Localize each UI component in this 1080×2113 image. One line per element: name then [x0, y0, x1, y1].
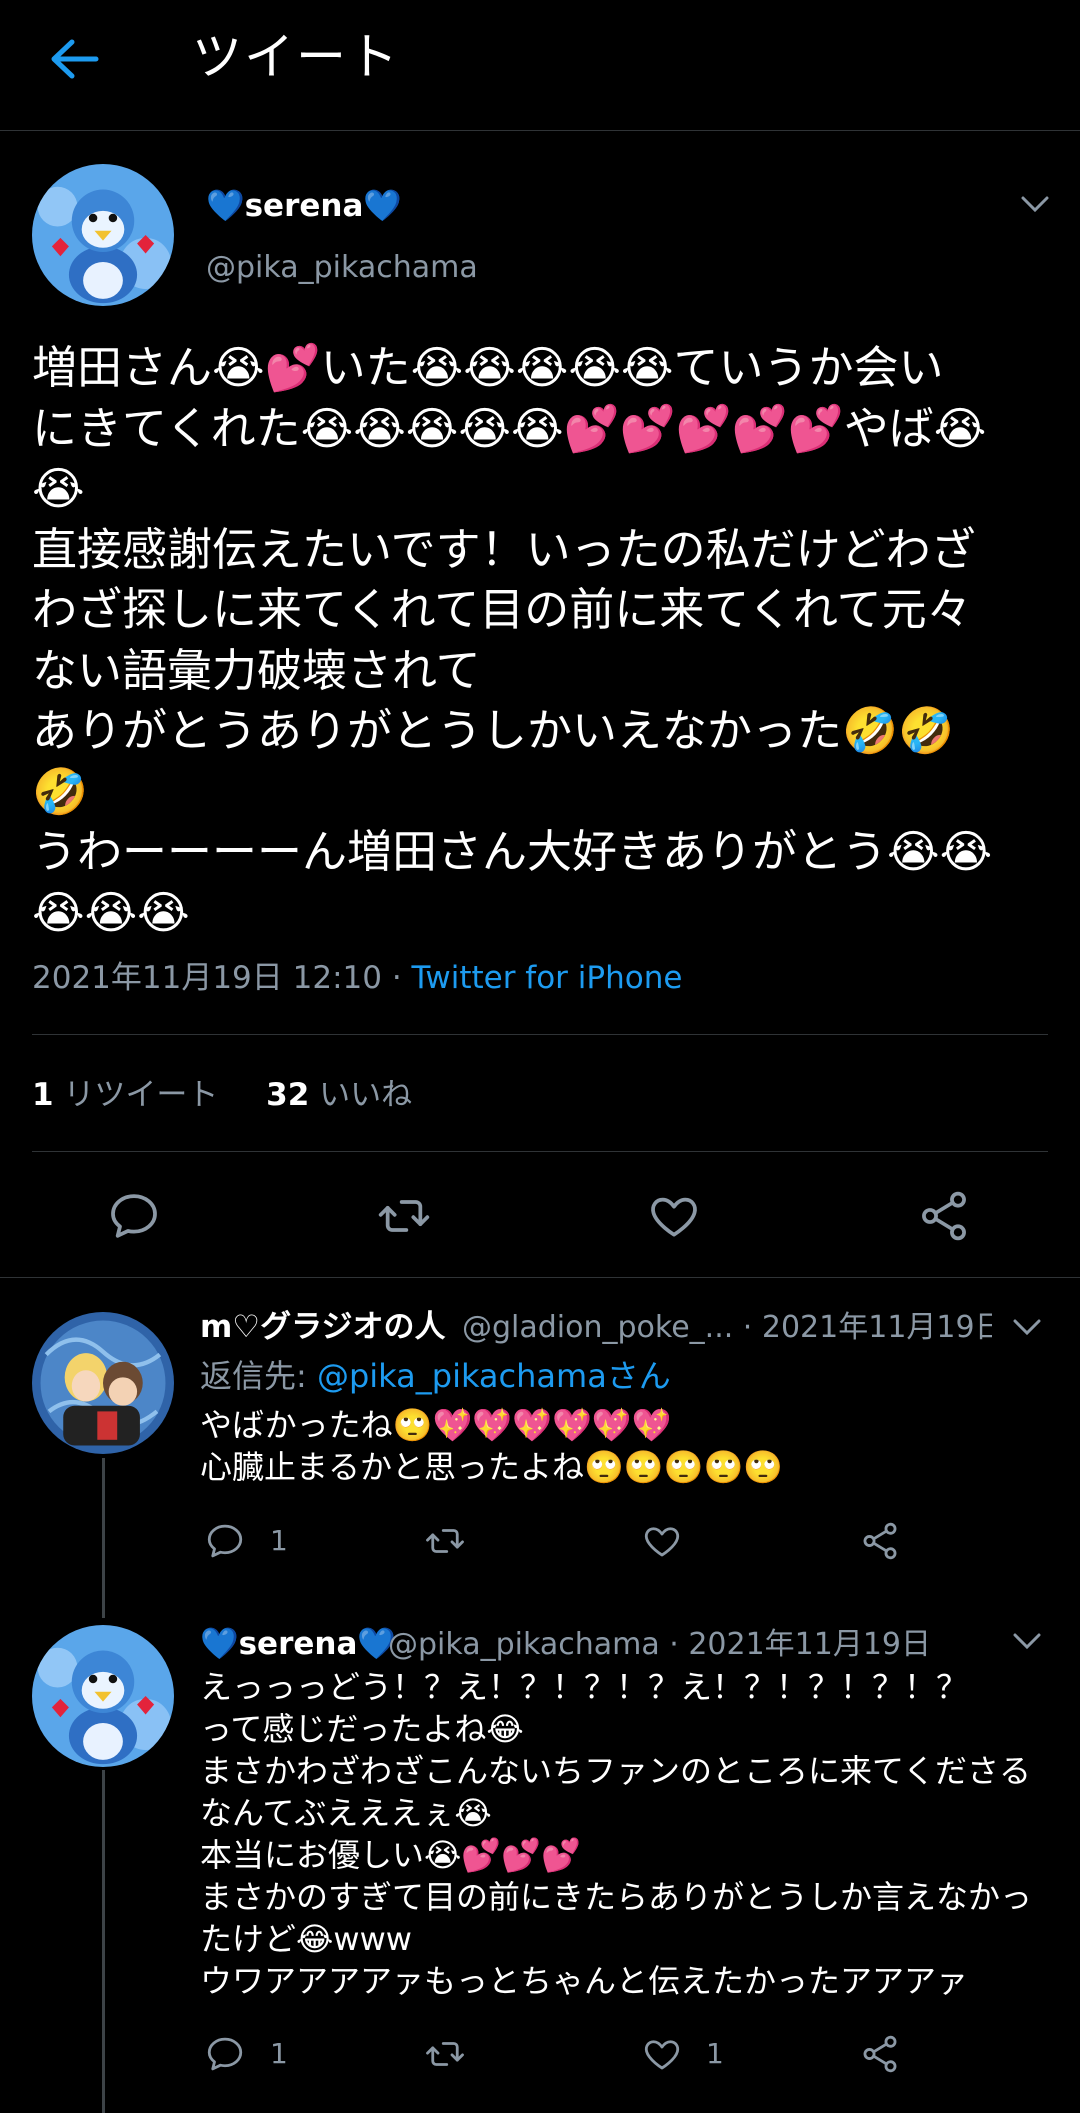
avatar[interactable] — [32, 164, 174, 306]
replying-to-handle[interactable]: @pika_pikachamaさん — [317, 1357, 671, 1395]
avatar-image — [32, 1625, 174, 1767]
meta-separator: · — [381, 960, 412, 996]
avatar-image — [32, 164, 174, 306]
reply-icon[interactable] — [204, 1520, 246, 1562]
like-stat[interactable]: 32 いいね — [266, 1077, 412, 1113]
avatar-image — [32, 1312, 174, 1454]
like-icon[interactable] — [641, 2033, 683, 2075]
reply-count: 1 — [270, 2037, 288, 2070]
thread-line — [102, 1770, 105, 2113]
retweet-icon[interactable] — [376, 1188, 432, 1244]
like-icon[interactable] — [641, 1520, 683, 1562]
share-icon[interactable] — [916, 1188, 972, 1244]
tweet-stats: 1 リツイート 32 いいね — [32, 1075, 412, 1115]
replying-to: 返信先: @pika_pikachamaさん — [200, 1357, 671, 1395]
reply-display-name[interactable]: m♡グラジオの人 — [200, 1307, 445, 1347]
chevron-down-icon[interactable] — [1012, 1318, 1042, 1336]
retweet-icon[interactable] — [424, 1520, 466, 1562]
share-icon[interactable] — [859, 2033, 901, 2075]
chevron-down-icon[interactable] — [1020, 195, 1050, 213]
divider — [32, 1151, 1048, 1152]
reply-handle-date: @pika_pikachama · 2021年11月19日 — [388, 1627, 932, 1662]
display-name[interactable]: 💙serena💙 — [206, 186, 402, 226]
like-icon[interactable] — [646, 1188, 702, 1244]
reply-display-name[interactable]: 💙serena💙 — [200, 1624, 396, 1664]
divider — [32, 1034, 1048, 1035]
reply-avatar[interactable] — [32, 1312, 174, 1454]
top-bar: ツイート — [0, 0, 1080, 131]
user-handle[interactable]: @pika_pikachama — [206, 248, 478, 288]
tweet-timestamp: 2021年11月19日 12:10 — [32, 960, 382, 996]
reply-icon[interactable] — [204, 2033, 246, 2075]
tweet-source-link[interactable]: Twitter for iPhone — [412, 960, 683, 996]
reply-text: やばかったね🙄💖💖💖💖💖💖 心臓止まるかと思ったよね🙄🙄🙄🙄🙄 — [200, 1406, 784, 1486]
reply-text: えっっっどう！？え！？！？！？え！？！？！？！？ って感じだったよね😂 まさかわ… — [200, 1668, 1033, 2000]
tweet-text: 増田さん😭💕いた😭😭😭😭😭ていうか会い にきてくれた😭😭😭😭😭💕💕💕💕💕やば😭 … — [32, 341, 993, 939]
retweet-stat[interactable]: 1 リツイート — [32, 1077, 218, 1113]
thread-line — [102, 1458, 105, 1618]
divider — [0, 1277, 1080, 1278]
reply-icon[interactable] — [106, 1188, 162, 1244]
chevron-down-icon[interactable] — [1012, 1632, 1042, 1650]
reply-avatar[interactable] — [32, 1625, 174, 1767]
tweet-meta: 2021年11月19日 12:10 · Twitter for iPhone — [32, 958, 682, 998]
retweet-icon[interactable] — [424, 2033, 466, 2075]
reply-handle-date: @gladion_poke_... · 2021年11月19日 — [462, 1310, 992, 1345]
reply-count: 1 — [270, 1524, 288, 1557]
page-title: ツイート — [192, 28, 400, 86]
share-icon[interactable] — [859, 1520, 901, 1562]
like-count: 1 — [706, 2037, 724, 2070]
back-arrow-icon[interactable] — [46, 34, 102, 84]
